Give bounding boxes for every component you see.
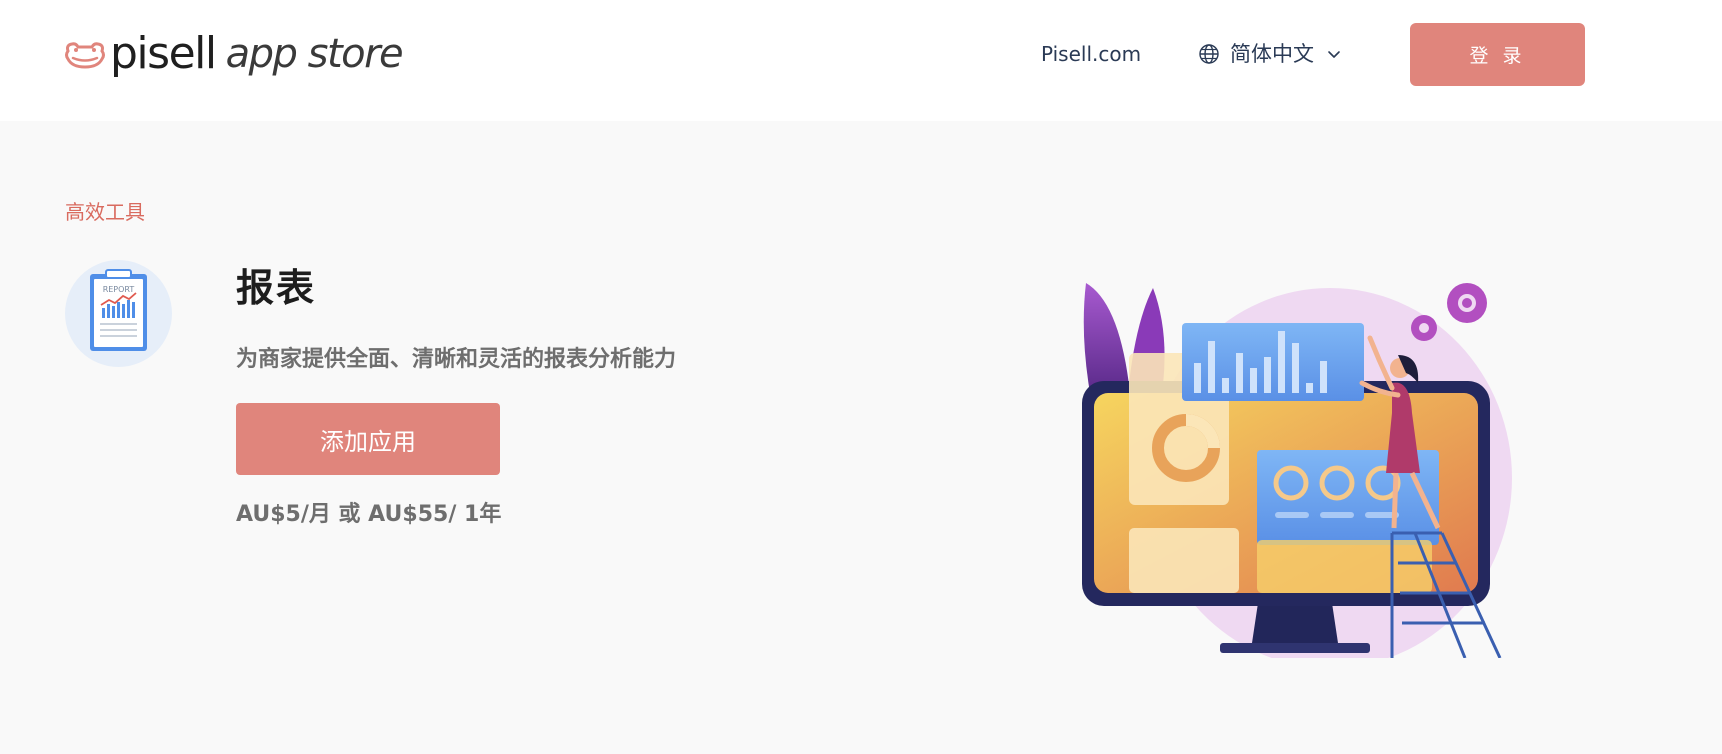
top-header: pisell app store Pisell.com 简体中文 登 录 [0, 0, 1722, 121]
language-label: 简体中文 [1230, 42, 1314, 66]
login-button[interactable]: 登 录 [1410, 23, 1585, 86]
report-clipboard-icon: REPORT [90, 269, 147, 351]
icon-report-text: REPORT [103, 285, 135, 294]
chevron-down-icon [1328, 51, 1340, 58]
leaf-left [1083, 283, 1130, 393]
globe-icon [1199, 44, 1219, 64]
logo-wordmark: pisell [110, 28, 217, 79]
app-title: 报表 [236, 266, 317, 310]
gear-icon [1447, 283, 1487, 323]
page: pisell app store Pisell.com 简体中文 登 录 高效工… [0, 0, 1722, 754]
frog-logo-icon [65, 42, 105, 69]
app-description: 为商家提供全面、清晰和灵活的报表分析能力 [236, 347, 677, 372]
app-icon: REPORT [65, 260, 172, 367]
pisell-com-link[interactable]: Pisell.com [1041, 40, 1141, 68]
monitor-stand [1252, 603, 1338, 643]
monitor-base [1220, 643, 1370, 653]
bottom-card-right [1257, 540, 1432, 593]
add-app-button[interactable]: 添加应用 [236, 403, 500, 475]
gauge-labels [1275, 512, 1399, 518]
bottom-card-left [1129, 528, 1239, 593]
category-label[interactable]: 高效工具 [65, 198, 145, 226]
logo-subtitle: app store [225, 31, 404, 77]
gear-small-icon [1411, 315, 1437, 341]
pisell-logo[interactable]: pisell app store [64, 28, 404, 80]
dashboard-illustration [1082, 283, 1512, 658]
price-text: AU$5/月 或 AU$55/ 1年 [236, 502, 502, 527]
language-selector[interactable]: 简体中文 [1198, 38, 1342, 70]
